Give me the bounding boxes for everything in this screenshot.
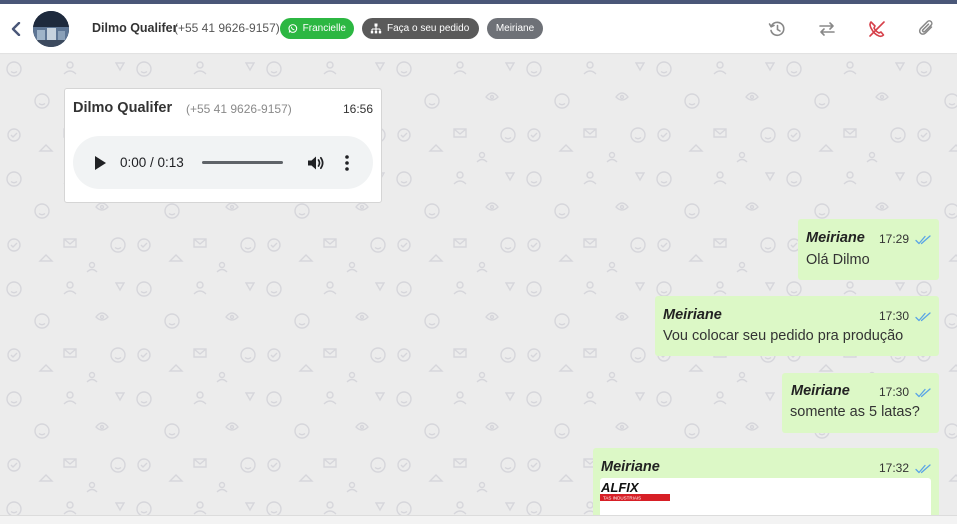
message-sender-phone: (+55 41 9626-9157) — [186, 102, 292, 116]
contact-phone: (+55 41 9626-9157) — [174, 21, 280, 35]
chevron-left-icon — [11, 22, 21, 36]
double-check-icon — [915, 464, 931, 474]
play-icon — [95, 156, 106, 170]
tag-label: Meiriane — [495, 23, 535, 34]
message-sender: Meiriane — [601, 459, 660, 475]
tag-faca-o-seu-pedido[interactable]: Faça o seu pedido — [362, 18, 479, 39]
whatsapp-icon — [288, 24, 298, 33]
history-icon — [768, 21, 785, 37]
volume-icon — [308, 156, 324, 170]
message-sender: Meiriane — [806, 230, 865, 246]
svg-text:ALFIX: ALFIX — [600, 481, 640, 495]
double-check-icon — [915, 388, 931, 398]
message-time: 17:29 — [879, 232, 910, 246]
chat-header: Dilmo Qualifer (+55 41 9626-9157) Franci… — [0, 4, 957, 54]
chat-area[interactable]: Dilmo Qualifer (+55 41 9626-9157) 16:56 … — [0, 55, 957, 515]
audio-message-card: Dilmo Qualifer (+55 41 9626-9157) 16:56 … — [64, 88, 382, 203]
contact-name: Dilmo Qualifer — [92, 21, 178, 35]
transfer-icon — [819, 22, 835, 36]
double-check-icon — [915, 312, 931, 322]
svg-text:TAS INDUSTRIAIS: TAS INDUSTRIAIS — [603, 496, 641, 501]
more-vertical-icon — [345, 155, 349, 171]
play-button[interactable] — [93, 155, 107, 171]
message-text: Vou colocar seu pedido pra produção — [663, 328, 904, 344]
end-call-icon — [869, 21, 885, 38]
message-sender: Meiriane — [791, 383, 850, 399]
end-call-button[interactable] — [867, 19, 887, 39]
input-area-edge — [0, 515, 957, 524]
message-text: somente as 5 latas? — [790, 404, 920, 420]
message-time: 17:30 — [879, 309, 910, 323]
message-time: 16:56 — [342, 102, 373, 116]
history-button[interactable] — [767, 19, 787, 39]
tag-label: Francielle — [302, 23, 346, 34]
outgoing-message: Meiriane 17:30 somente as 5 latas? — [782, 373, 939, 433]
outgoing-message: Meiriane 17:29 Olá Dilmo — [798, 219, 939, 280]
tag-francielle[interactable]: Francielle — [280, 18, 354, 39]
audio-player: 0:00 / 0:13 — [73, 136, 373, 189]
message-sender: Meiriane — [663, 307, 722, 323]
attach-icon — [918, 20, 933, 35]
outgoing-message: Meiriane 17:30 Vou colocar seu pedido pr… — [655, 296, 939, 356]
outgoing-image-message: Meiriane 17:32 ALFIX TAS INDUSTRIAIS — [593, 448, 939, 515]
transfer-button[interactable] — [817, 19, 837, 39]
double-check-icon — [915, 235, 931, 245]
message-text: Olá Dilmo — [806, 252, 870, 268]
back-button[interactable] — [8, 19, 24, 39]
company-logo: ALFIX TAS INDUSTRIAIS — [600, 481, 694, 501]
more-options-button[interactable] — [343, 153, 351, 173]
message-sender: Dilmo Qualifer — [73, 100, 173, 116]
volume-button[interactable] — [306, 153, 326, 173]
network-icon — [370, 23, 382, 34]
tag-meiriane[interactable]: Meiriane — [487, 18, 543, 39]
image-preview[interactable]: ALFIX TAS INDUSTRIAIS — [600, 478, 931, 515]
audio-clock: 0:00 / 0:13 — [120, 155, 184, 170]
message-time: 17:32 — [879, 461, 910, 475]
message-time: 17:30 — [879, 385, 910, 399]
attach-button[interactable] — [917, 19, 937, 39]
avatar[interactable] — [33, 11, 69, 47]
audio-progress-bar[interactable] — [202, 161, 283, 164]
tag-label: Faça o seu pedido — [387, 23, 470, 34]
